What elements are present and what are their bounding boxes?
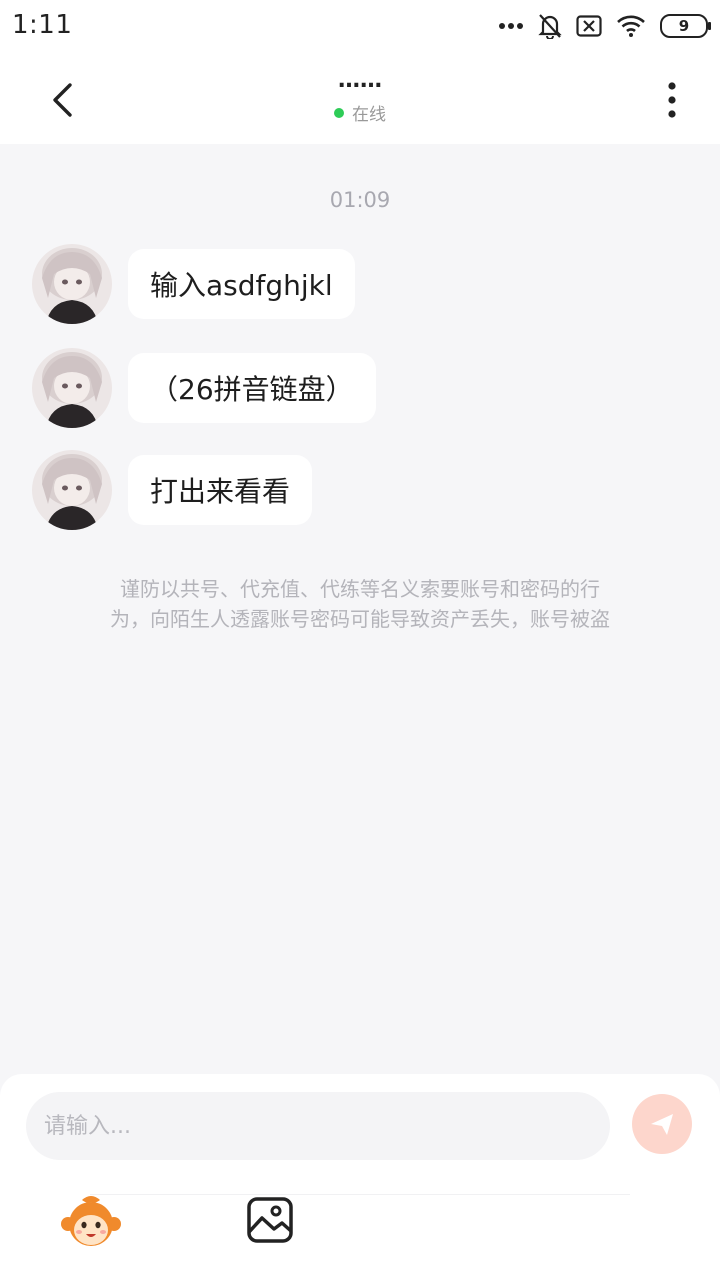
avatar[interactable] xyxy=(32,348,112,428)
status-bar: 1:11 9 xyxy=(0,0,720,52)
chat-area[interactable]: 01:09 输入asdfghjkl （26拼音链盘） 打出来看看 谨防以共号、代… xyxy=(0,144,720,1074)
chat-header: …… 在线 xyxy=(0,52,720,144)
emoji-button[interactable] xyxy=(60,1194,122,1250)
avatar[interactable] xyxy=(32,244,112,324)
message-bubble[interactable]: 打出来看看 xyxy=(128,455,313,525)
more-dots-icon xyxy=(498,22,524,30)
sim-x-icon xyxy=(576,15,602,37)
online-status: 在线 xyxy=(200,100,520,125)
send-icon xyxy=(651,1114,673,1135)
more-options-button[interactable] xyxy=(652,76,692,124)
message-timestamp: 01:09 xyxy=(329,188,391,212)
message-bubble[interactable]: （26拼音链盘） xyxy=(128,353,376,423)
message-input[interactable] xyxy=(26,1092,610,1160)
status-time: 1:11 xyxy=(12,10,73,40)
security-notice-line: 为，向陌生人透露账号密码可能导致资产丢失，账号被盗 xyxy=(110,607,610,631)
title-block: …… 在线 xyxy=(200,70,520,125)
avatar[interactable] xyxy=(32,450,112,530)
divider xyxy=(90,1194,630,1195)
wifi-icon xyxy=(616,14,646,38)
online-dot-icon xyxy=(334,107,344,118)
back-button[interactable] xyxy=(36,74,88,126)
message-row: 输入asdfghjkl xyxy=(32,244,355,324)
vertical-dots-icon xyxy=(668,82,676,118)
message-row: （26拼音链盘） xyxy=(32,348,376,428)
page-title: …… xyxy=(338,68,382,93)
security-notice: 谨防以共号、代充值、代练等名义索要账号和密码的行 为，向陌生人透露账号密码可能导… xyxy=(60,574,660,634)
image-button[interactable] xyxy=(246,1196,294,1244)
status-icons: 9 xyxy=(498,12,711,40)
send-button[interactable] xyxy=(632,1094,692,1154)
bell-muted-icon xyxy=(538,13,562,39)
battery-level: 9 xyxy=(678,17,690,35)
security-notice-line: 谨防以共号、代充值、代练等名义索要账号和密码的行 xyxy=(120,577,600,601)
image-icon xyxy=(247,1197,293,1243)
message-bubble[interactable]: 输入asdfghjkl xyxy=(128,249,355,319)
input-bar xyxy=(0,1074,720,1280)
online-status-label: 在线 xyxy=(352,105,386,125)
battery-icon: 9 xyxy=(660,14,711,38)
chevron-left-icon xyxy=(53,83,72,117)
message-row: 打出来看看 xyxy=(32,450,313,530)
emoji-monkey-icon xyxy=(61,1196,121,1246)
